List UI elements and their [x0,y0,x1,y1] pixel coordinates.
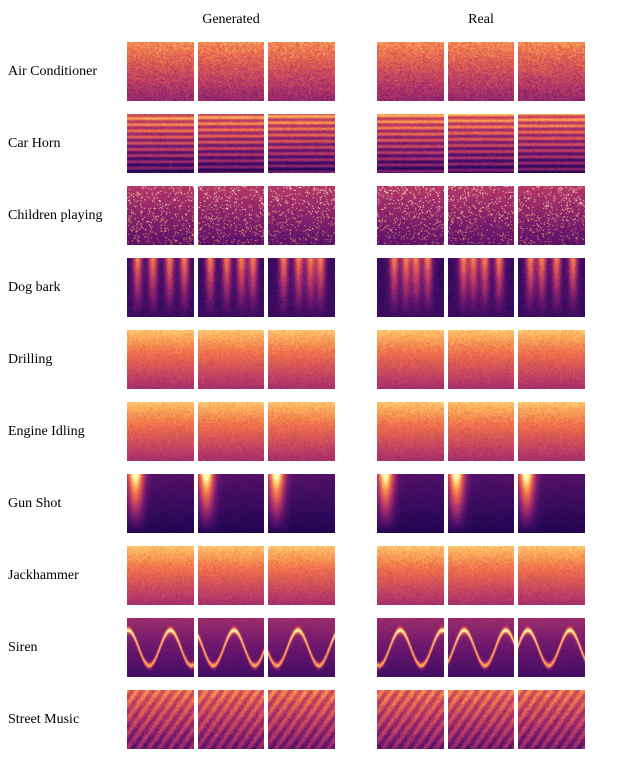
spectrogram-panel [517,185,586,246]
spectrogram-panel [197,473,266,534]
triptych-generated [126,41,336,102]
column-header-real: Real [376,12,586,30]
triptych-generated [126,329,336,390]
triptych-generated [126,113,336,174]
triptych-real [376,689,586,750]
spectrogram-panel [376,185,445,246]
spectrogram-panel [517,689,586,750]
spectrogram-panel [376,689,445,750]
spectrogram-panel [447,329,516,390]
spectrogram-panel [447,41,516,102]
spectrogram-panel [447,257,516,318]
spectrogram-panel [517,113,586,174]
spectrogram-panel [447,185,516,246]
spectrogram-panel [447,473,516,534]
triptych-real [376,185,586,246]
spectrogram-panel [267,545,336,606]
spectrogram-panel [447,113,516,174]
spectrogram-panel [267,113,336,174]
spectrogram-panel [447,617,516,678]
spectrogram-panel [376,401,445,462]
spectrogram-panel [126,257,195,318]
category-label: Drilling [8,352,126,368]
triptych-generated [126,257,336,318]
triptych-generated [126,473,336,534]
category-label: Dog bark [8,280,126,296]
spectrogram-panel [267,41,336,102]
category-label: Jackhammer [8,568,126,584]
spectrogram-panel [197,41,266,102]
spectrogram-panel [447,545,516,606]
triptych-real [376,41,586,102]
spectrogram-panel [126,473,195,534]
spectrogram-panel [517,545,586,606]
triptych-generated [126,617,336,678]
spectrogram-panel [126,545,195,606]
spectrogram-panel [126,617,195,678]
category-label: Air Conditioner [8,64,126,80]
spectrogram-panel [517,401,586,462]
triptych-real [376,401,586,462]
category-label: Car Horn [8,136,126,152]
spectrogram-panel [376,545,445,606]
triptych-generated [126,545,336,606]
spectrogram-panel [447,689,516,750]
triptych-real [376,257,586,318]
spectrogram-panel [197,401,266,462]
spectrogram-panel [197,113,266,174]
column-header-generated: Generated [126,12,336,30]
triptych-real [376,473,586,534]
spectrogram-panel [517,617,586,678]
category-label: Gun Shot [8,496,126,512]
spectrogram-panel [376,617,445,678]
spectrogram-panel [376,473,445,534]
spectrogram-panel [126,329,195,390]
spectrogram-panel [126,689,195,750]
spectrogram-panel [267,401,336,462]
triptych-generated [126,185,336,246]
spectrogram-panel [267,257,336,318]
spectrogram-panel [267,329,336,390]
triptych-real [376,545,586,606]
triptych-real [376,329,586,390]
spectrogram-panel [126,185,195,246]
spectrogram-panel [126,41,195,102]
category-label: Siren [8,640,126,656]
spectrogram-panel [197,185,266,246]
spectrogram-panel [517,257,586,318]
spectrogram-panel [126,113,195,174]
spectrogram-panel [447,401,516,462]
spectrogram-panel [197,545,266,606]
spectrogram-panel [197,257,266,318]
category-label: Street Music [8,712,126,728]
triptych-generated [126,689,336,750]
spectrogram-panel [197,617,266,678]
spectrogram-panel [376,41,445,102]
spectrogram-panel [126,401,195,462]
triptych-real [376,113,586,174]
spectrogram-panel [267,185,336,246]
category-label: Children playing [8,208,126,224]
spectrogram-panel [517,329,586,390]
spectrogram-panel [376,257,445,318]
category-label: Engine Idling [8,424,126,440]
spectrogram-panel [267,473,336,534]
triptych-real [376,617,586,678]
spectrogram-panel [517,473,586,534]
spectrogram-panel [197,329,266,390]
spectrogram-panel [267,689,336,750]
spectrogram-panel [376,113,445,174]
triptych-generated [126,401,336,462]
spectrogram-panel [376,329,445,390]
spectrogram-panel [267,617,336,678]
spectrogram-panel [197,689,266,750]
spectrogram-panel [517,41,586,102]
